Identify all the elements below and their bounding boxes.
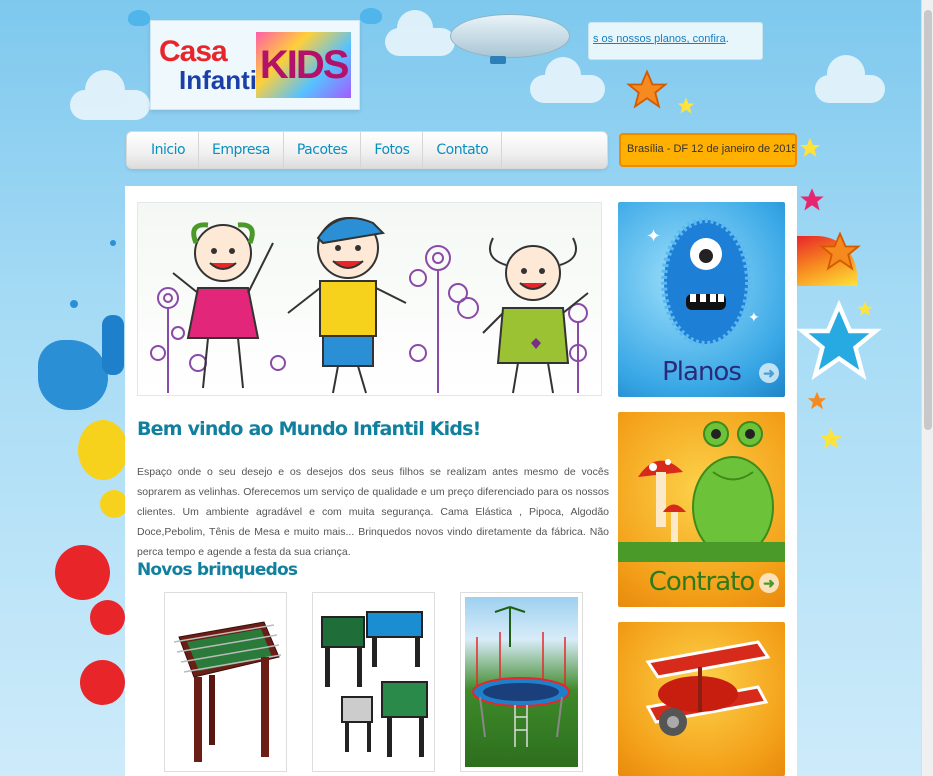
page-scrollbar[interactable] bbox=[921, 0, 933, 776]
trampoline-image bbox=[472, 606, 570, 747]
sidebar-tile-contrato[interactable]: Contrato ➜ bbox=[618, 412, 785, 607]
promo-link[interactable]: s os nossos planos, confira bbox=[593, 33, 726, 45]
star-icon bbox=[677, 97, 695, 114]
multi-game-table-image bbox=[321, 611, 428, 757]
toy-thumbnail-foosball[interactable] bbox=[164, 592, 287, 772]
site-logo[interactable]: Casa Infantil KIDS bbox=[150, 20, 360, 110]
main-content: Bem vindo ao Mundo Infantil Kids! Espaço… bbox=[125, 186, 797, 776]
cloud-decoration bbox=[385, 10, 455, 56]
blue-monster-illustration: ✦ ✦ bbox=[646, 217, 760, 347]
nav-item-pacotes[interactable]: Pacotes bbox=[284, 132, 362, 168]
blimp-cabin bbox=[490, 56, 506, 64]
scrollbar-thumb[interactable] bbox=[924, 10, 932, 430]
star-icon bbox=[857, 301, 873, 316]
paint-splash-red bbox=[90, 600, 125, 635]
paint-splash-blue bbox=[102, 315, 124, 375]
arrow-right-icon: ➜ bbox=[759, 363, 779, 383]
date-display: Brasília - DF 12 de janeiro de 2015 | bbox=[619, 133, 797, 167]
toy-thumbnail-trampoline[interactable] bbox=[460, 592, 583, 772]
arrow-right-icon: ➜ bbox=[759, 573, 779, 593]
sidebar-tile-planos[interactable]: ✦ ✦ Planos ➜ bbox=[618, 202, 785, 397]
logo-text: Casa Infantil bbox=[159, 35, 265, 95]
svg-text:✦: ✦ bbox=[646, 226, 661, 247]
intro-paragraph: Espaço onde o seu desejo e os desejos do… bbox=[137, 466, 609, 558]
bird-icon bbox=[360, 8, 382, 24]
blimp-illustration bbox=[450, 14, 570, 58]
welcome-title: Bem vindo ao Mundo Infantil Kids! bbox=[137, 418, 481, 440]
toy-thumbnail-game-table[interactable] bbox=[312, 592, 435, 772]
paint-splash-red bbox=[80, 660, 125, 705]
star-icon bbox=[819, 231, 861, 271]
red-airplane-illustration bbox=[645, 640, 771, 736]
logo-word-casa: Casa bbox=[159, 35, 228, 68]
sidebar-tile-plane[interactable] bbox=[618, 622, 785, 776]
paint-dot bbox=[110, 240, 116, 246]
nav-item-inicio[interactable]: Inicio bbox=[127, 132, 200, 168]
svg-text:✦: ✦ bbox=[748, 310, 760, 326]
paint-splash-yellow bbox=[78, 420, 128, 480]
nav-item-empresa[interactable]: Empresa bbox=[199, 132, 284, 168]
logo-word-infantil: Infantil bbox=[179, 65, 265, 95]
paint-splash-blue bbox=[38, 340, 108, 410]
star-icon bbox=[807, 391, 827, 410]
star-icon bbox=[800, 138, 820, 157]
frog-mushroom-illustration bbox=[618, 421, 785, 562]
nav-item-fotos[interactable]: Fotos bbox=[361, 132, 424, 168]
main-nav: Inicio Empresa Pacotes Fotos Contato bbox=[126, 131, 608, 169]
nav-item-contato[interactable]: Contato bbox=[423, 132, 503, 168]
star-icon bbox=[820, 428, 842, 449]
logo-word-kids: KIDS bbox=[256, 32, 351, 98]
cloud-decoration bbox=[530, 57, 605, 103]
bird-icon bbox=[128, 10, 150, 26]
new-toys-title: Novos brinquedos bbox=[137, 560, 298, 580]
promo-suffix: . bbox=[725, 33, 729, 45]
kids-drawing-illustration bbox=[150, 217, 589, 394]
star-icon bbox=[626, 69, 668, 109]
paint-splash-yellow bbox=[100, 490, 128, 518]
star-icon bbox=[800, 188, 824, 211]
foosball-table-image bbox=[173, 621, 282, 762]
paint-dot bbox=[70, 300, 78, 308]
paint-splash-red bbox=[55, 545, 110, 600]
cloud-decoration bbox=[70, 70, 150, 120]
hero-banner-image bbox=[137, 202, 602, 396]
cloud-decoration bbox=[815, 55, 885, 103]
promo-ticker: s os nossos planos, confira. bbox=[588, 22, 763, 60]
